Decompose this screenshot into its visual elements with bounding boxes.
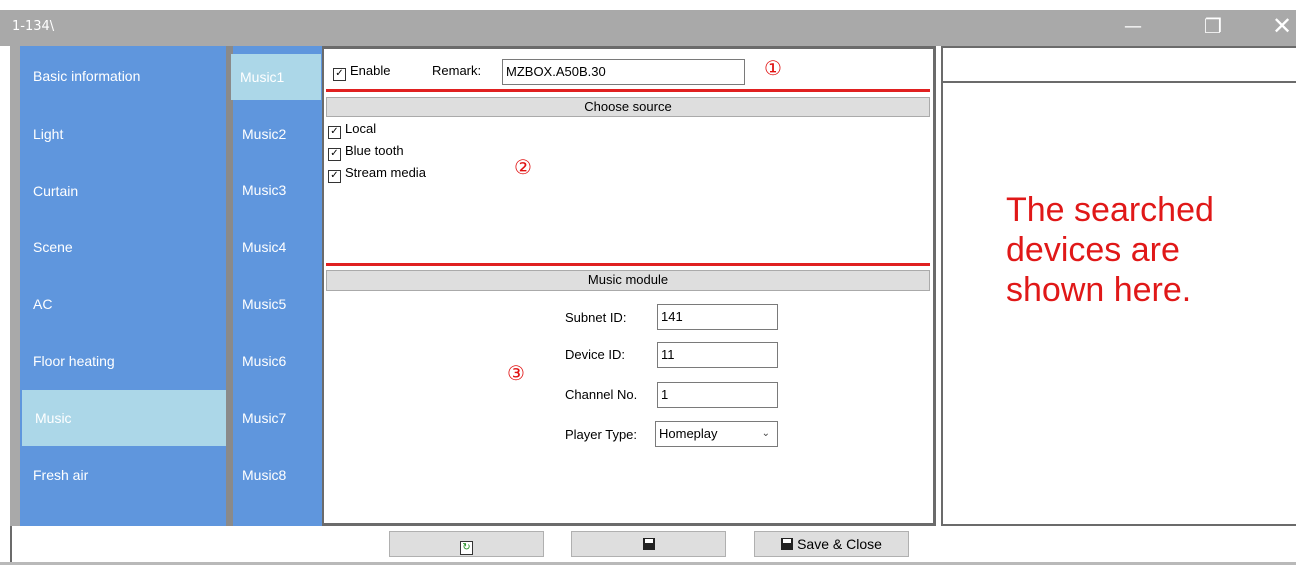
close-icon[interactable]: ✕ [1272,12,1292,40]
title-bar [0,10,1296,46]
panel-divider [226,46,233,526]
save-and-close-button[interactable]: Save & Close [754,531,909,557]
channel-no-label: Channel No. [565,387,638,402]
source-local-label: Local [345,121,377,136]
choose-source-header: Choose source [326,97,930,117]
maximize-icon[interactable]: ❐ [1204,14,1222,38]
window-frame [10,46,20,526]
source-bluetooth-checkbox[interactable]: ✓ Blue tooth [328,143,404,161]
player-type-label: Player Type: [565,427,638,442]
remark-label: Remark: [432,63,482,78]
save-button[interactable] [571,531,726,557]
tab-music2[interactable]: Music2 [233,111,322,157]
section-divider [326,263,930,266]
sidebar-item-ac[interactable]: AC [20,276,224,332]
floppy-disk-icon [642,538,655,550]
section-divider [326,89,930,92]
music-module-header: Music module [326,270,930,291]
checkmark-icon: ✓ [333,68,346,81]
tab-music8[interactable]: Music8 [233,452,322,498]
save-and-close-label: Save & Close [797,536,882,552]
device-id-input[interactable]: 11 [657,342,778,368]
player-type-select[interactable]: Homeplay ⌄ [655,421,778,447]
checkmark-icon: ✓ [328,170,341,183]
results-header-divider [943,81,1296,83]
category-sidebar: Basic information Light Curtain Scene AC… [20,46,226,526]
sidebar-item-basic-information[interactable]: Basic information [20,48,224,104]
sidebar-item-floor-heating[interactable]: Floor heating [20,333,224,389]
sidebar-item-curtain[interactable]: Curtain [20,163,224,219]
enable-checkbox[interactable]: ✓ Enable [333,63,390,81]
callout-marker-3: ③ [507,361,525,385]
tab-music7[interactable]: Music7 [233,395,322,441]
channel-no-input[interactable]: 1 [657,382,778,408]
source-bluetooth-label: Blue tooth [345,143,404,158]
refresh-button[interactable]: ↻ [389,531,544,557]
minimize-icon[interactable]: — [1124,16,1142,37]
enable-label: Enable [350,63,391,78]
floppy-disk-icon [781,538,794,550]
tab-music1[interactable]: Music1 [231,54,321,100]
source-stream-media-checkbox[interactable]: ✓ Stream media [328,165,426,183]
music-sidebar: Music1 Music2 Music3 Music4 Music5 Music… [231,46,322,526]
source-local-checkbox[interactable]: ✓ Local [328,121,376,139]
remark-input[interactable]: MZBOX.A50B.30 [502,59,745,85]
player-type-value: Homeplay [659,426,718,441]
subnet-id-input[interactable]: 141 [657,304,778,330]
sidebar-item-music[interactable]: Music [22,390,226,446]
tab-music6[interactable]: Music6 [233,338,322,384]
sidebar-item-light[interactable]: Light [20,106,224,162]
chevron-down-icon: ⌄ [761,428,770,439]
window-title: 1-134\ [12,19,55,34]
refresh-icon: ↻ [460,541,473,555]
tab-music5[interactable]: Music5 [233,281,322,327]
device-id-label: Device ID: [565,347,625,362]
checkmark-icon: ✓ [328,126,341,139]
source-stream-media-label: Stream media [345,165,426,180]
sidebar-item-scene[interactable]: Scene [20,219,224,275]
callout-marker-2: ② [514,155,532,179]
tab-music3[interactable]: Music3 [233,167,322,213]
subnet-id-label: Subnet ID: [565,310,627,325]
sidebar-item-fresh-air[interactable]: Fresh air [20,447,224,503]
callout-marker-1: ① [764,56,782,80]
tab-music4[interactable]: Music4 [233,224,322,270]
checkmark-icon: ✓ [328,148,341,161]
search-results-hint: The searched devices are shown here. [1006,191,1214,309]
